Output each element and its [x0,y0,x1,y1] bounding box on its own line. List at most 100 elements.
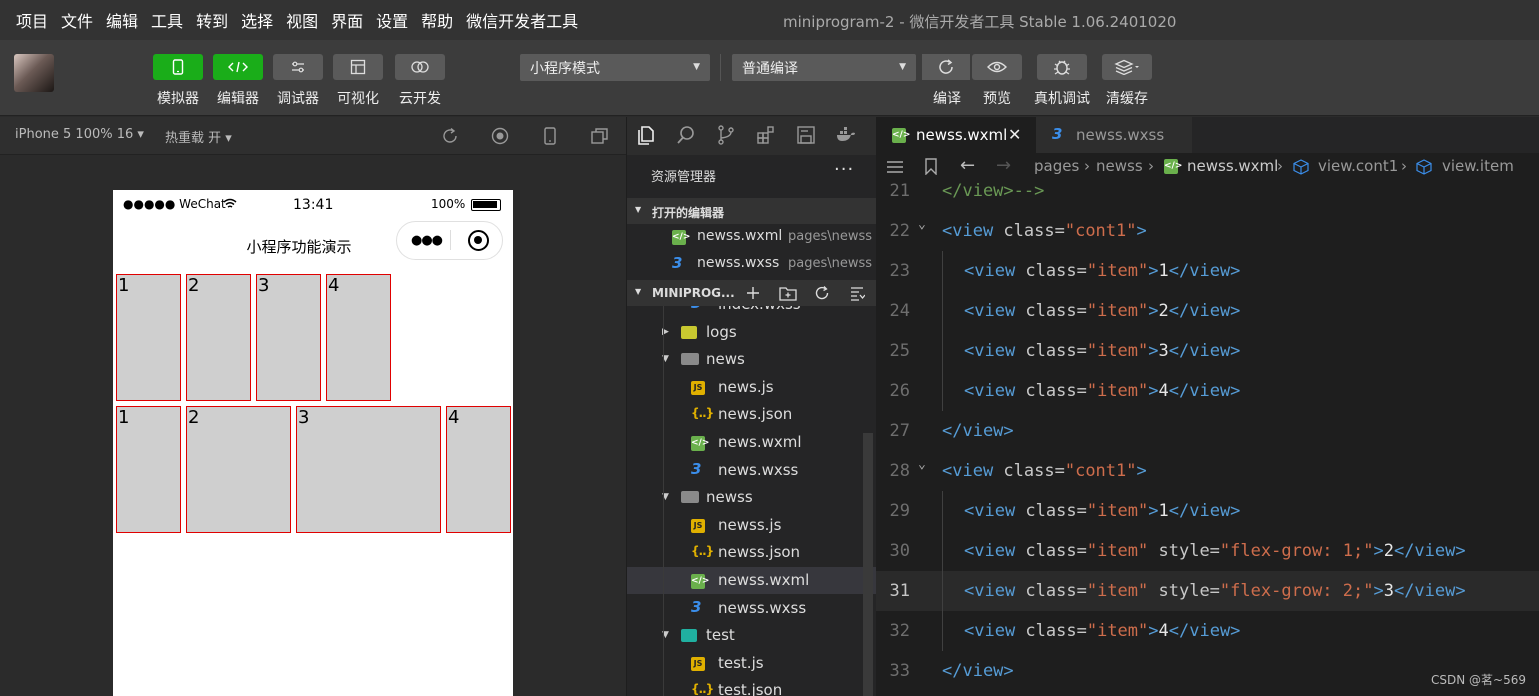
code-line[interactable]: 28 ⌄ <view class="cont1"> [876,451,1539,491]
open-editors-section[interactable]: ▼ 打开的编辑器 [627,198,877,224]
search-icon[interactable] [675,124,697,146]
code-token: "item" [1086,341,1149,361]
code-token: <view [964,581,1026,601]
new-folder-icon[interactable] [779,285,797,301]
code-token: </view> [1168,381,1241,401]
project-section[interactable]: ▼ MINIPROG... [627,280,877,306]
debugger-toggle-button[interactable] [273,54,323,80]
rotate-icon[interactable] [440,126,460,146]
code-area[interactable]: 21 </view>--> 22 ⌄ <view class="cont1"> 23 <vi… [876,181,1539,696]
device-select[interactable]: iPhone 5 100% 16 ▾ [15,127,144,142]
tree-folder[interactable]: ▼ test [627,622,877,649]
source-control-icon[interactable] [715,124,737,146]
tree-folder[interactable]: ▶ logs [627,319,877,346]
editor-toggle-button[interactable] [213,54,263,80]
code-line[interactable]: 23 <view class="item">1</view> [876,251,1539,291]
cloud-dev-button[interactable] [395,54,445,80]
hot-reload-select[interactable]: 热重载 开 ▾ [165,127,232,146]
indent-guide [942,251,943,291]
refresh-icon[interactable] [814,285,830,301]
chevron-down-icon: ▼ [693,62,700,72]
tree-file[interactable]: 3 newss.wxss [627,595,877,622]
open-editor-item[interactable]: </> newss.wxml pages\newss [627,224,877,251]
tree-file[interactable]: {..} newss.json [627,539,877,566]
close-miniprogram-icon[interactable] [468,230,489,251]
code-line[interactable]: 32 <view class="item">4</view> [876,611,1539,651]
menu-item[interactable]: 项目 [16,8,48,32]
preview-button[interactable] [972,54,1022,80]
code-token: 4 [1158,621,1169,641]
files-icon[interactable] [635,124,657,146]
menu-item[interactable]: 设置 [376,8,408,32]
tree-file[interactable]: JS newss.js [627,512,877,539]
editor-tabs: </> newss.wxml ✕ 3 newss.wxss [876,117,1539,153]
phone-icon[interactable] [540,126,560,146]
menu-item[interactable]: 文件 [61,8,93,32]
visualization-toggle-button[interactable] [333,54,383,80]
compile-mode-select[interactable]: 普通编译 ▼ [732,54,916,81]
code-line[interactable]: 30 <view class="item" style="flex-grow: 1… [876,531,1539,571]
menu-item[interactable]: 编辑 [106,8,138,32]
code-token: <view [964,541,1026,561]
wxml-file-icon: </> [892,128,910,143]
menu-item[interactable]: 帮助 [421,8,453,32]
save-icon[interactable] [795,124,817,146]
tree-file[interactable]: {..} news.json [627,401,877,428]
remote-debug-button[interactable] [1037,54,1087,80]
code-token: 4 [1158,381,1169,401]
code-line[interactable]: 29 <view class="item">1</view> [876,491,1539,531]
tree-folder[interactable]: ▼ newss [627,484,877,511]
fold-chevron-icon[interactable]: ⌄ [918,445,926,485]
extensions-icon[interactable] [755,124,777,146]
tree-folder[interactable]: ▼ news [627,346,877,373]
popout-window-icon[interactable] [590,126,610,146]
mode-select[interactable]: 小程序模式 ▼ [520,54,710,81]
open-editor-item[interactable]: 3 newss.wxss pages\newss [627,251,877,278]
more-actions-icon[interactable]: ··· [834,159,854,180]
code-token: "flex-grow: 1;" [1219,541,1374,561]
docker-icon[interactable] [835,124,857,146]
menu-item[interactable]: 微信开发者工具 [466,8,578,32]
record-icon[interactable] [490,126,510,146]
menu-item[interactable]: 界面 [331,8,363,32]
compile-button[interactable] [922,54,970,80]
tree-file[interactable]: {..} test.json [627,677,877,696]
tab-newss-wxss[interactable]: 3 newss.wxss [1036,117,1192,153]
tree-file[interactable]: JS test.js [627,650,877,677]
tab-newss-wxml[interactable]: </> newss.wxml ✕ [876,117,1036,153]
menu-item[interactable]: 转到 [196,8,228,32]
tree-file[interactable]: 3 news.wxss [627,457,877,484]
avatar[interactable] [14,54,54,92]
cloud-icon [411,61,429,73]
explorer-title: 资源管理器 [651,170,717,185]
close-icon[interactable]: ✕ [1008,125,1021,144]
tree-file[interactable]: </> news.wxml [627,429,877,456]
tree-file[interactable]: JS news.js [627,374,877,401]
code-line[interactable]: 31 <view class="item" style="flex-grow: 2… [876,571,1539,611]
more-dots-icon[interactable]: ●●● [411,233,443,248]
code-line[interactable]: 22 ⌄ <view class="cont1"> [876,211,1539,251]
fold-chevron-icon[interactable]: ⌄ [918,205,926,245]
menu-item[interactable]: 工具 [151,8,183,32]
code-line[interactable]: 21 </view>--> [876,171,1539,211]
tree-file[interactable]: </> newss.wxml [627,567,877,594]
code-line[interactable]: 24 <view class="item">2</view> [876,291,1539,331]
file-tree: 3 index.wxss ▶logs▼news JS news.js {..} news.j… [627,306,877,696]
collapse-all-icon[interactable] [849,285,865,301]
tree-file[interactable]: 3 index.wxss [627,306,877,318]
code-token: class= [1025,541,1087,561]
menu-item[interactable]: 视图 [286,8,318,32]
code-line[interactable]: 25 <view class="item">3</view> [876,331,1539,371]
explorer-scrollbar[interactable] [863,433,873,696]
code-line[interactable]: 26 <view class="item">4</view> [876,371,1539,411]
code-text: <view class="item" style="flex-grow: 1;"… [964,531,1466,571]
folder-icon [681,491,699,504]
menu-item[interactable]: 选择 [241,8,273,32]
new-file-icon[interactable] [745,285,761,301]
simulator-toggle-button[interactable] [153,54,203,80]
visualization-label: 可视化 [337,91,379,107]
clear-cache-button[interactable] [1102,54,1152,80]
code-token: </view> [1393,541,1466,561]
line-number: 24 [889,301,910,321]
code-line[interactable]: 27 </view> [876,411,1539,451]
